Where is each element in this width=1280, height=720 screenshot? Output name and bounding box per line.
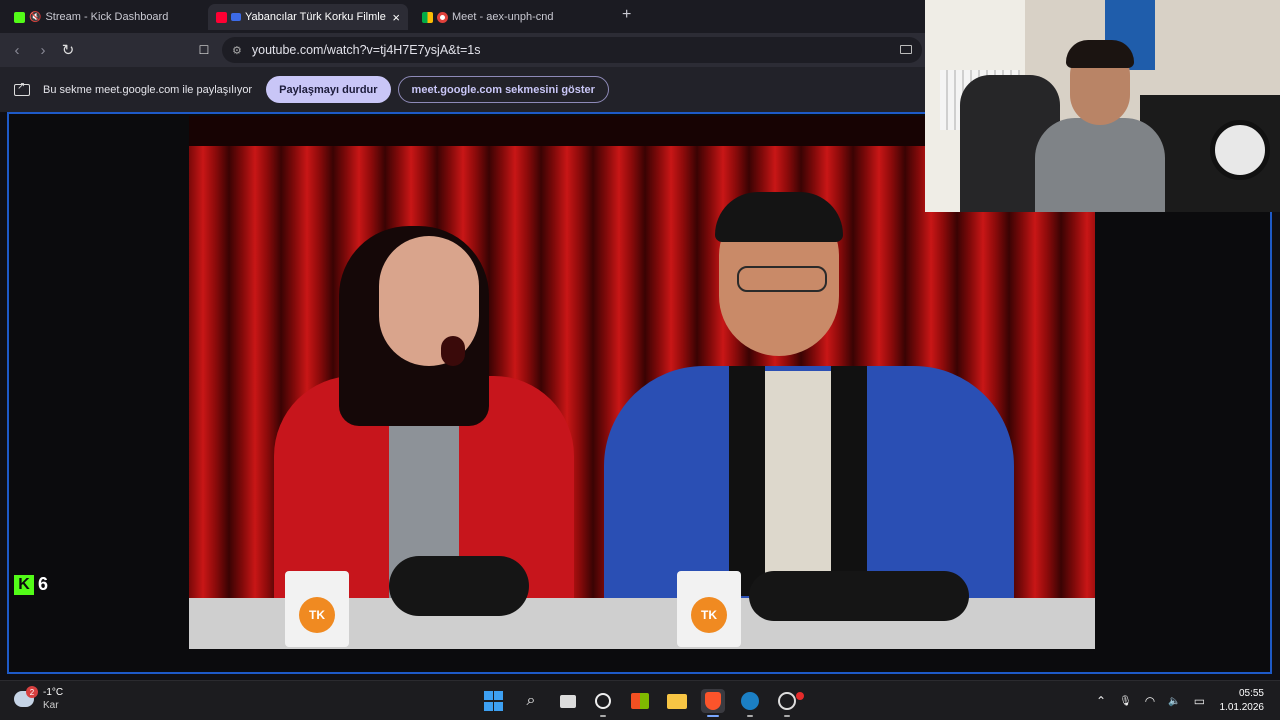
windows-taskbar: 2 -1°C Kar ⌕ ⌃ 🎙 ◠ 🔈 ▭ 05:55 1.01.2026 bbox=[0, 680, 1280, 720]
new-tab-button[interactable]: + bbox=[622, 6, 631, 24]
task-view-icon[interactable] bbox=[556, 689, 580, 713]
mug-right: TK bbox=[677, 571, 741, 647]
viewer-count: 6 bbox=[38, 574, 49, 594]
weather-snow-icon: 2 bbox=[14, 686, 38, 707]
man-glasses bbox=[737, 266, 827, 292]
steam-icon[interactable] bbox=[738, 689, 762, 717]
file-explorer-icon[interactable] bbox=[665, 689, 689, 713]
kick-logo-icon: K bbox=[14, 574, 34, 595]
windows-start-icon[interactable] bbox=[481, 689, 505, 713]
man-collar-left bbox=[729, 366, 765, 596]
mug-logo: TK bbox=[691, 597, 727, 633]
brave-icon[interactable] bbox=[701, 689, 725, 717]
woman-mouth bbox=[441, 336, 465, 366]
site-info-icon[interactable]: ⚙ bbox=[232, 44, 242, 57]
browser-toolbar: ‹ › ↻ ☐ ⚙ youtube.com/watch?v=tj4H7E7ysj… bbox=[0, 33, 925, 67]
webcam-overlay bbox=[925, 0, 1280, 212]
weather-text: -1°C Kar bbox=[43, 686, 63, 712]
sharing-indicator-icon bbox=[231, 13, 241, 21]
webcam-bed-logo bbox=[1210, 120, 1270, 180]
chevron-up-icon[interactable]: ⌃ bbox=[1096, 694, 1106, 708]
browser-tab-strip: 🔇 Stream - Kick Dashboard Yabancılar Tür… bbox=[0, 0, 925, 33]
man-collar-right bbox=[831, 366, 867, 596]
weather-temperature: -1°C bbox=[43, 687, 64, 698]
wifi-icon[interactable]: ◠ bbox=[1145, 694, 1155, 708]
clock[interactable]: 05:55 1.01.2026 bbox=[1220, 687, 1265, 715]
youtube-icon bbox=[216, 11, 227, 23]
bookmark-icon[interactable]: ☐ bbox=[193, 39, 215, 61]
clock-time: 05:55 bbox=[1238, 688, 1264, 699]
volume-icon[interactable]: 🔈 bbox=[1168, 696, 1180, 707]
search-icon[interactable]: ⌕ bbox=[519, 689, 543, 713]
forward-button[interactable]: › bbox=[32, 39, 54, 61]
show-meet-tab-button[interactable]: meet.google.com sekmesini göster bbox=[397, 76, 609, 103]
tab-sharing-infobar: Bu sekme meet.google.com ile paylaşılıyo… bbox=[0, 67, 925, 112]
tab-title: Stream - Kick Dashboard bbox=[45, 11, 169, 23]
back-button[interactable]: ‹ bbox=[6, 39, 28, 61]
clock-date: 1.01.2026 bbox=[1219, 702, 1265, 713]
headphones-right bbox=[749, 571, 969, 621]
tab-kick-dashboard[interactable]: 🔇 Stream - Kick Dashboard bbox=[6, 4, 206, 30]
stop-sharing-button[interactable]: Paylaşmayı durdur bbox=[266, 76, 391, 103]
mug-logo: TK bbox=[299, 597, 335, 633]
meet-icon bbox=[422, 11, 433, 23]
reload-button[interactable]: ↻ bbox=[57, 39, 79, 61]
app-icon[interactable] bbox=[775, 689, 804, 717]
weather-badge: 2 bbox=[26, 686, 38, 698]
address-bar[interactable]: ⚙ youtube.com/watch?v=tj4H7E7ysjA&t=1s bbox=[222, 37, 922, 63]
system-tray: ⌃ 🎙 ◠ 🔈 ▭ bbox=[1096, 681, 1205, 720]
webcam-streamer-body bbox=[1035, 118, 1165, 212]
cast-icon[interactable] bbox=[900, 45, 912, 54]
close-tab-icon[interactable]: × bbox=[386, 10, 400, 25]
screen-share-icon bbox=[14, 81, 30, 96]
kick-icon bbox=[14, 11, 25, 23]
battery-icon[interactable]: ▭ bbox=[1194, 694, 1205, 708]
webcam-streamer-hair bbox=[1066, 40, 1134, 68]
sharing-message: Bu sekme meet.google.com ile paylaşılıyo… bbox=[43, 83, 253, 96]
tab-youtube[interactable]: Yabancılar Türk Korku Filmleri × bbox=[208, 4, 408, 30]
weather-description: Kar bbox=[43, 700, 59, 711]
tab-title: Meet - aex-unph-cnd bbox=[452, 11, 554, 23]
muted-speaker-icon[interactable]: 🔇 bbox=[29, 12, 41, 23]
url-text: youtube.com/watch?v=tj4H7E7ysjA&t=1s bbox=[251, 43, 481, 57]
mug-left: TK bbox=[285, 571, 349, 647]
headphones-left bbox=[389, 556, 529, 616]
recording-icon bbox=[437, 11, 448, 23]
tab-title: Yabancılar Türk Korku Filmleri bbox=[245, 11, 387, 23]
store-icon[interactable] bbox=[628, 689, 652, 713]
microphone-icon[interactable]: 🎙 bbox=[1119, 696, 1132, 707]
kick-viewer-badge: K 6 bbox=[14, 574, 48, 595]
man-hair bbox=[715, 192, 843, 242]
chatgpt-icon[interactable] bbox=[591, 689, 615, 717]
tab-google-meet[interactable]: Meet - aex-unph-cnd bbox=[414, 4, 614, 30]
weather-widget[interactable]: 2 -1°C Kar bbox=[14, 686, 63, 712]
